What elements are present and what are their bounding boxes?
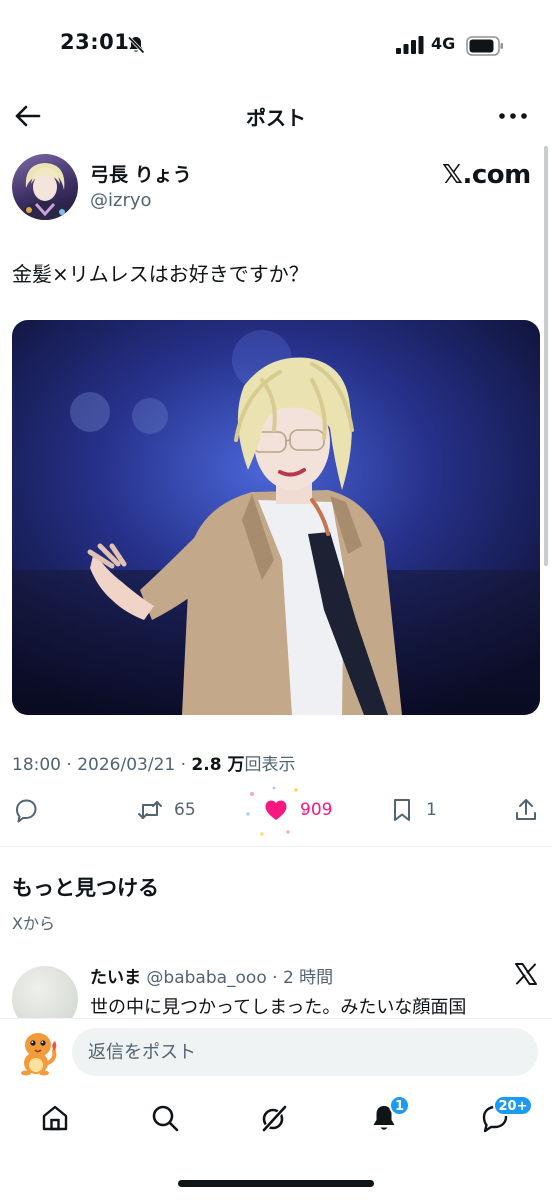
page-title: ポスト [246,106,306,130]
post-text: 金髪×リムレスはお好きですか？ [12,262,309,286]
tab-grok[interactable] [254,1098,294,1138]
author-name[interactable]: 弓長 りょう [90,160,192,187]
views-label: 回表示 [244,755,296,775]
recommended-post-text[interactable]: 世の中に見つかってしまった。みたいな顔面国 [90,993,530,1019]
divider [0,846,552,847]
author-handle[interactable]: @izryo [90,190,152,211]
messages-badge: 20+ [493,1095,533,1116]
battery-icon [466,36,503,56]
meta-separator: · [66,755,72,775]
more-icon[interactable] [496,100,530,132]
bookmark-button[interactable]: 1 [388,790,437,830]
post-date: 2026/03/21 [77,755,176,775]
notifications-badge: 1 [389,1095,410,1116]
reply-icon [16,799,37,823]
search-icon [152,1105,179,1132]
bookmark-count: 1 [426,800,437,820]
repost-count: 65 [174,800,196,820]
discover-title: もっと見つける [12,876,159,900]
grok-icon [262,1105,287,1132]
reply-button[interactable] [12,790,40,830]
network-label: 4G [431,34,456,53]
tab-notifications[interactable]: 1 [364,1095,410,1138]
user-avatar[interactable] [14,1027,60,1077]
post-time: 18:00 [12,755,61,775]
share-button[interactable] [512,790,540,830]
post-image[interactable] [12,320,540,715]
repost-button[interactable]: 65 [136,790,196,830]
bookmark-icon [394,799,410,821]
bell-slash-icon [127,36,145,54]
top-nav: ポスト [0,92,552,140]
post-meta: 18:00 · 2026/03/21 · 2.8 万回表示 [12,750,295,775]
author-avatar[interactable] [12,154,78,220]
discover-subtitle: Xから [12,914,55,933]
repost-icon [138,801,162,819]
meta-separator: · [180,755,187,775]
views-count: 2.8 万 [191,755,245,775]
tab-search[interactable] [145,1098,185,1138]
home-indicator [178,1180,374,1187]
post-photo [12,320,540,715]
scrollbar[interactable] [544,146,548,566]
share-icon [516,799,536,820]
status-time: 23:01 [60,30,130,54]
tab-home[interactable] [35,1098,75,1138]
recommended-handle-time: @bababa_ooo · 2 時間 [146,968,334,988]
reply-input[interactable] [72,1028,538,1076]
status-bar: 23:01 4G [0,0,552,90]
x-logo-icon [515,963,537,985]
tab-messages[interactable]: 20+ [475,1095,533,1138]
like-sparkles [246,786,306,836]
recommended-header[interactable]: たいま @bababa_ooo · 2 時間 [90,963,333,988]
reply-bar [0,1018,552,1084]
recommended-author-name: たいま [90,968,141,988]
avatar-portrait [20,163,70,220]
home-icon [42,1105,68,1131]
x-com-logo: 𝕏.com [442,160,531,190]
signal-icon [396,36,424,54]
